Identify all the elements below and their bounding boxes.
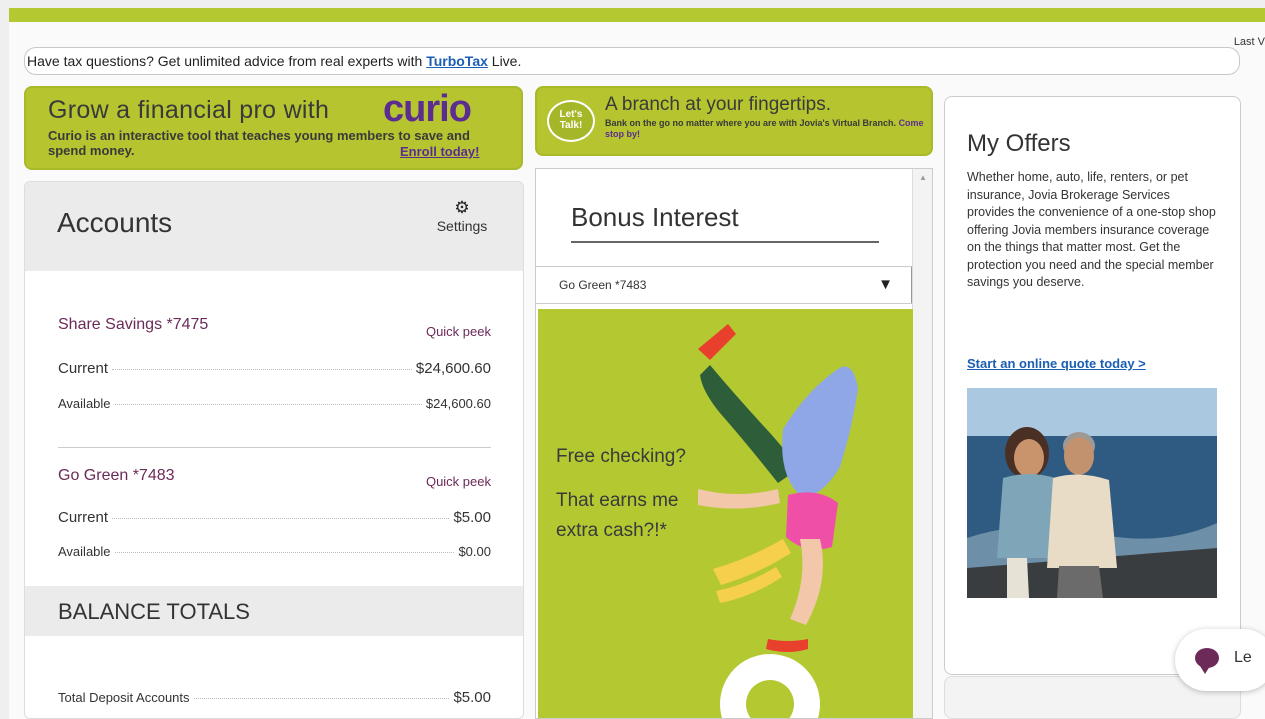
curio-enroll-link[interactable]: Enroll today! xyxy=(400,144,479,159)
account-available-row: Available $24,600.60 xyxy=(58,396,491,411)
online-quote-link[interactable]: Start an online quote today > xyxy=(967,356,1146,371)
promo-text: Free checking? That earns me extra cash?… xyxy=(556,442,696,560)
total-deposit-label: Total Deposit Accounts xyxy=(58,690,190,705)
free-checking-promo[interactable]: Free checking? That earns me extra cash?… xyxy=(538,309,913,718)
balance-totals-title: BALANCE TOTALS xyxy=(58,599,250,624)
settings-button[interactable]: ⚙ Settings xyxy=(427,198,497,234)
caret-down-icon: ▼ xyxy=(878,276,893,293)
tax-advice-banner: Have tax questions? Get unlimited advice… xyxy=(24,47,1240,75)
chat-bubble-icon xyxy=(1195,648,1219,674)
scroll-up-icon[interactable]: ▲ xyxy=(919,173,927,182)
my-offers-body: Whether home, auto, life, renters, or pe… xyxy=(967,170,1216,289)
top-accent-bar xyxy=(9,8,1265,22)
total-deposit-value: $5.00 xyxy=(453,689,491,706)
lets-talk-icon: Let's Talk! xyxy=(547,100,595,142)
last-login-text: Last V xyxy=(1233,36,1265,48)
quick-peek-link[interactable]: Quick peek xyxy=(426,474,491,489)
account-available-row: Available $0.00 xyxy=(58,544,491,559)
total-deposit-row: Total Deposit Accounts $5.00 xyxy=(58,689,491,706)
account-name-share-savings[interactable]: Share Savings *7475 xyxy=(58,316,208,334)
turbotax-link[interactable]: TurboTax xyxy=(426,53,488,69)
branch-subtitle: Bank on the go no matter where you are w… xyxy=(605,118,925,140)
tax-banner-text: Have tax questions? Get unlimited advice… xyxy=(27,53,427,69)
current-balance: $5.00 xyxy=(453,509,491,526)
couple-beach-photo xyxy=(967,388,1217,598)
chat-label: Le xyxy=(1234,649,1252,666)
bonus-interest-title: Bonus Interest xyxy=(571,202,739,232)
promo-line-1: Free checking? xyxy=(556,446,686,467)
balance-totals-header: BALANCE TOTALS xyxy=(25,586,523,636)
available-balance: $24,600.60 xyxy=(425,396,491,411)
chat-button[interactable]: Le xyxy=(1175,629,1265,691)
bonus-interest-panel: Bonus Interest Go Green *7483 ▼ ▲ Free c… xyxy=(535,168,933,719)
branch-title: A branch at your fingertips. xyxy=(605,94,832,115)
title-underline xyxy=(571,241,879,243)
scrollbar[interactable]: ▲ xyxy=(912,169,932,718)
account-current-row: Current $24,600.60 xyxy=(58,360,491,377)
account-name-go-green[interactable]: Go Green *7483 xyxy=(58,467,175,485)
available-label: Available xyxy=(58,396,111,411)
virtual-branch-banner[interactable]: Let's Talk! A branch at your fingertips.… xyxy=(535,86,933,156)
selected-account: Go Green *7483 xyxy=(559,278,647,292)
promo-line-2: That earns me extra cash?!* xyxy=(556,490,679,541)
current-label: Current xyxy=(58,360,109,377)
accounts-panel: Accounts ⚙ Settings Share Savings *7475 … xyxy=(24,181,524,719)
curio-promo-banner[interactable]: Grow a financial pro with curio Curio is… xyxy=(24,86,523,170)
current-balance: $24,600.60 xyxy=(415,360,491,377)
account-current-row: Current $5.00 xyxy=(58,509,491,526)
settings-label: Settings xyxy=(436,218,488,234)
accounts-header: Accounts ⚙ Settings xyxy=(25,182,523,271)
curio-logo: curio xyxy=(383,88,472,130)
available-label: Available xyxy=(58,544,111,559)
available-balance: $0.00 xyxy=(458,544,491,559)
gear-icon: ⚙ xyxy=(454,198,470,217)
account-select-dropdown[interactable]: Go Green *7483 ▼ xyxy=(536,266,913,304)
my-offers-panel: My Offers Whether home, auto, life, rent… xyxy=(944,96,1241,675)
account-divider xyxy=(58,447,491,448)
accounts-title: Accounts xyxy=(57,207,173,238)
current-label: Current xyxy=(58,509,109,526)
curio-title: Grow a financial pro with xyxy=(48,96,330,124)
my-offers-title: My Offers xyxy=(967,130,1071,157)
tax-banner-suffix: Live. xyxy=(487,53,522,69)
quick-peek-link[interactable]: Quick peek xyxy=(426,324,491,339)
branch-subtitle-text: Bank on the go no matter where you are w… xyxy=(605,118,897,128)
